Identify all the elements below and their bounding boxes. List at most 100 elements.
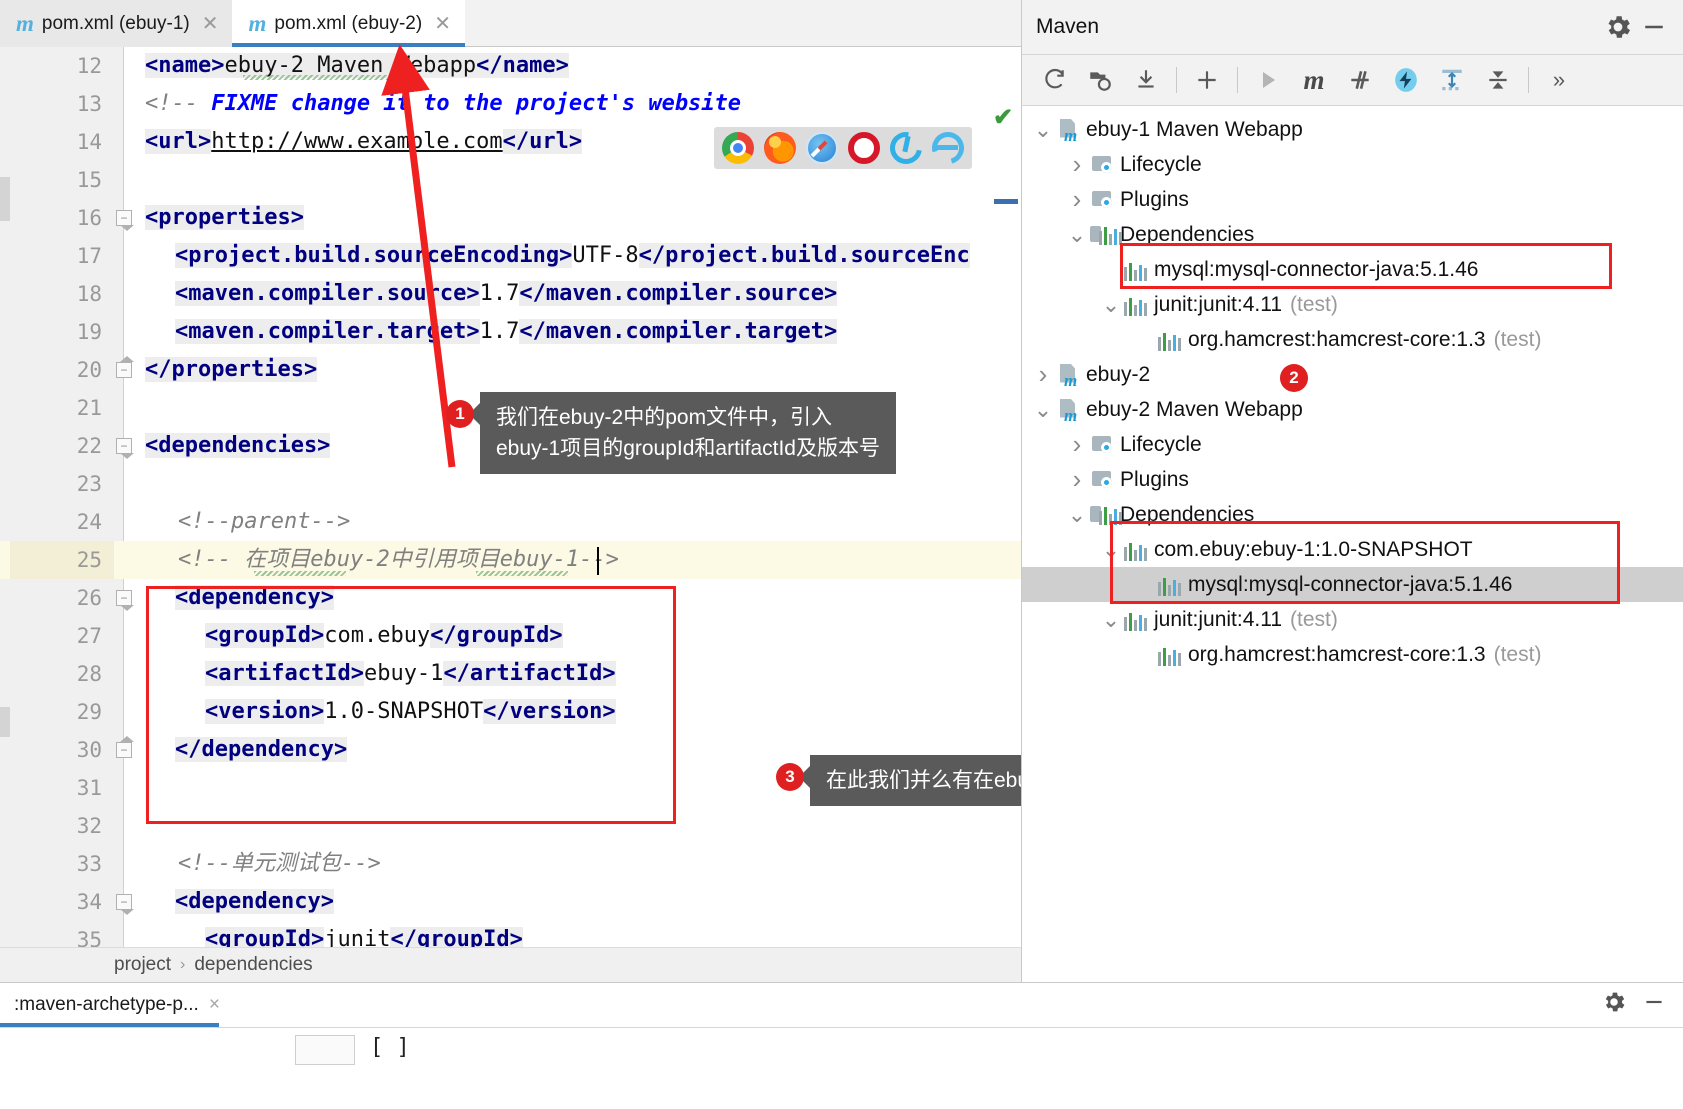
maven-tree-node-label: junit:junit:4.11: [1154, 607, 1283, 631]
download-sources-icon[interactable]: [1124, 60, 1168, 100]
close-icon[interactable]: ✕: [434, 11, 451, 36]
breadcrumb-item-project[interactable]: project: [114, 954, 171, 976]
maven-tree-node-scope: (test): [1290, 292, 1338, 316]
line-number: 28: [76, 662, 102, 686]
chevron-down-icon[interactable]: ⌄: [1030, 398, 1056, 420]
code-line: 26 − <dependency>: [0, 579, 1021, 617]
maven-tree-node-ebuy1-lifecycle[interactable]: › Lifecycle: [1022, 147, 1683, 182]
code-text: <groupId>junit</groupId>: [205, 921, 523, 947]
line-number: 18: [76, 282, 102, 306]
chevron-right-icon[interactable]: ›: [1064, 429, 1090, 460]
ie-icon[interactable]: [926, 126, 970, 170]
execute-maven-goal-icon[interactable]: m: [1292, 60, 1336, 100]
chevron-right-icon[interactable]: ›: [1064, 149, 1090, 180]
chevron-right-icon[interactable]: ›: [1064, 464, 1090, 495]
maven-tree-node-ebuy2web[interactable]: ⌄ ebuy-2 Maven Webapp: [1022, 392, 1683, 427]
opera-icon[interactable]: [848, 132, 880, 164]
code-line: 20 − </properties>: [0, 351, 1021, 389]
bottom-placeholder-text: [ ]: [370, 1035, 410, 1060]
maven-tree-node-ebuy1-hamcrest[interactable]: org.hamcrest:hamcrest-core:1.3 (test): [1022, 322, 1683, 357]
maven-module-icon: [1056, 398, 1082, 426]
code-text: <url>http://www.example.com</url>: [145, 129, 583, 154]
maven-panel-title: Maven: [1036, 15, 1100, 38]
code-line: 33 <!--单元测试包-->: [0, 845, 1021, 883]
maven-tree-node-ebuy1-deps[interactable]: ⌄ Dependencies: [1022, 217, 1683, 252]
line-number: 17: [76, 244, 102, 268]
fold-expand-icon[interactable]: −: [116, 736, 134, 758]
generate-sources-icon[interactable]: [1078, 60, 1122, 100]
maven-tree-node-ebuy1[interactable]: ⌄ ebuy-1 Maven Webapp: [1022, 112, 1683, 147]
maven-tree-node-ebuy1-junit[interactable]: ⌄ junit:junit:4.11 (test): [1022, 287, 1683, 322]
fold-collapse-icon[interactable]: −: [116, 894, 134, 915]
code-line: 34 − <dependency>: [0, 883, 1021, 921]
maven-tree-node-ebuy2-junit[interactable]: ⌄ junit:junit:4.11 (test): [1022, 602, 1683, 637]
maven-tree-node-ebuy2-hamcrest[interactable]: org.hamcrest:hamcrest-core:1.3 (test): [1022, 637, 1683, 672]
minimize-icon[interactable]: [1639, 12, 1669, 42]
breadcrumb: project › dependencies: [0, 947, 1021, 982]
maven-tree-node-ebuy1-plugins[interactable]: › Plugins: [1022, 182, 1683, 217]
fold-collapse-icon[interactable]: −: [116, 210, 134, 231]
spellcheck-squiggle: [476, 571, 568, 576]
firefox-icon[interactable]: [764, 132, 796, 164]
chevron-right-icon[interactable]: ›: [1030, 359, 1056, 390]
chevron-down-icon[interactable]: ⌄: [1030, 118, 1056, 140]
maven-module-icon: [1056, 118, 1082, 146]
chevron-right-icon[interactable]: ›: [1064, 184, 1090, 215]
maven-tree-node-ebuy2-ebuy1[interactable]: ⌄ com.ebuy:ebuy-1:1.0-SNAPSHOT: [1022, 532, 1683, 567]
gear-icon[interactable]: [1603, 12, 1633, 42]
safari-icon[interactable]: [806, 132, 838, 164]
gear-icon[interactable]: [1601, 989, 1625, 1013]
maven-tree-node-ebuy1-mysql[interactable]: mysql:mysql-connector-java:5.1.46: [1022, 252, 1683, 287]
fold-collapse-icon[interactable]: −: [116, 438, 134, 459]
expand-all-icon[interactable]: [1430, 60, 1474, 100]
reimport-icon[interactable]: [1032, 60, 1076, 100]
code-line: 28 <artifactId>ebuy-1</artifactId>: [0, 655, 1021, 693]
maven-tree-node-scope: (test): [1493, 642, 1542, 666]
code-editor[interactable]: 12 <name>ebuy-2 Maven Webapp</name> 13 <…: [0, 47, 1021, 947]
chevron-down-icon[interactable]: ⌄: [1064, 503, 1090, 525]
tab-pom-ebuy-1[interactable]: m pom.xml (ebuy-1) ✕: [0, 0, 233, 47]
bottom-tab-maven-archetype[interactable]: :maven-archetype-p... ×: [0, 983, 234, 1027]
fold-expand-icon[interactable]: −: [116, 356, 134, 378]
maven-tree-node-scope: (test): [1290, 607, 1338, 631]
chevron-down-icon[interactable]: ⌄: [1064, 223, 1090, 245]
line-number: 27: [76, 624, 102, 648]
more-icon[interactable]: »: [1537, 60, 1581, 100]
maven-tree-node-ebuy2-mysql[interactable]: mysql:mysql-connector-java:5.1.46: [1022, 567, 1683, 602]
spellcheck-squiggle: [243, 75, 391, 80]
toggle-skip-tests-icon[interactable]: [1338, 60, 1382, 100]
chevron-down-icon[interactable]: ⌄: [1098, 538, 1124, 560]
edge-icon[interactable]: [883, 125, 929, 171]
maven-projects-tree[interactable]: ⌄ ebuy-1 Maven Webapp › Lifecycle › Plugins ⌄ D…: [1022, 106, 1683, 672]
chevron-down-icon[interactable]: ⌄: [1098, 293, 1124, 315]
add-maven-project-icon[interactable]: [1185, 60, 1229, 100]
code-line: 27 <groupId>com.ebuy</groupId>: [0, 617, 1021, 655]
chevron-down-icon[interactable]: ⌄: [1098, 608, 1124, 630]
fold-collapse-icon[interactable]: −: [116, 590, 134, 611]
inspection-ok-icon[interactable]: ✔: [993, 103, 1013, 132]
tab-pom-ebuy-2[interactable]: m pom.xml (ebuy-2) ✕: [232, 0, 466, 47]
minimize-icon[interactable]: [1641, 989, 1665, 1013]
run-icon[interactable]: [1246, 60, 1290, 100]
maven-tree-node-ebuy2-lifecycle[interactable]: › Lifecycle: [1022, 427, 1683, 462]
maven-phase-folder-icon: [1090, 188, 1116, 212]
close-icon[interactable]: ✕: [202, 11, 219, 36]
toggle-offline-icon[interactable]: [1384, 60, 1428, 100]
open-in-browser-popup[interactable]: [714, 125, 972, 171]
maven-dependency-icon: [1099, 223, 1125, 245]
code-text: <maven.compiler.target>1.7</maven.compil…: [175, 319, 838, 344]
code-text: <!--单元测试包-->: [178, 851, 381, 876]
maven-tree-node-ebuy2[interactable]: › ebuy-2: [1022, 357, 1683, 392]
maven-tree-node-ebuy2-plugins[interactable]: › Plugins: [1022, 462, 1683, 497]
breadcrumb-item-dependencies[interactable]: dependencies: [194, 954, 312, 976]
maven-tree-node-ebuy2-deps[interactable]: ⌄ Dependencies: [1022, 497, 1683, 532]
code-text: <properties>: [145, 205, 304, 230]
code-line: 18 <maven.compiler.source>1.7</maven.com…: [0, 275, 1021, 313]
maven-tree-node-label: Plugins: [1120, 187, 1189, 211]
collapse-all-icon[interactable]: [1476, 60, 1520, 100]
maven-tree-node-label: Plugins: [1120, 467, 1189, 491]
chrome-icon[interactable]: [722, 132, 754, 164]
callout-badge: 3: [776, 763, 804, 791]
line-number: 23: [76, 472, 102, 496]
close-icon[interactable]: ×: [209, 994, 220, 1016]
